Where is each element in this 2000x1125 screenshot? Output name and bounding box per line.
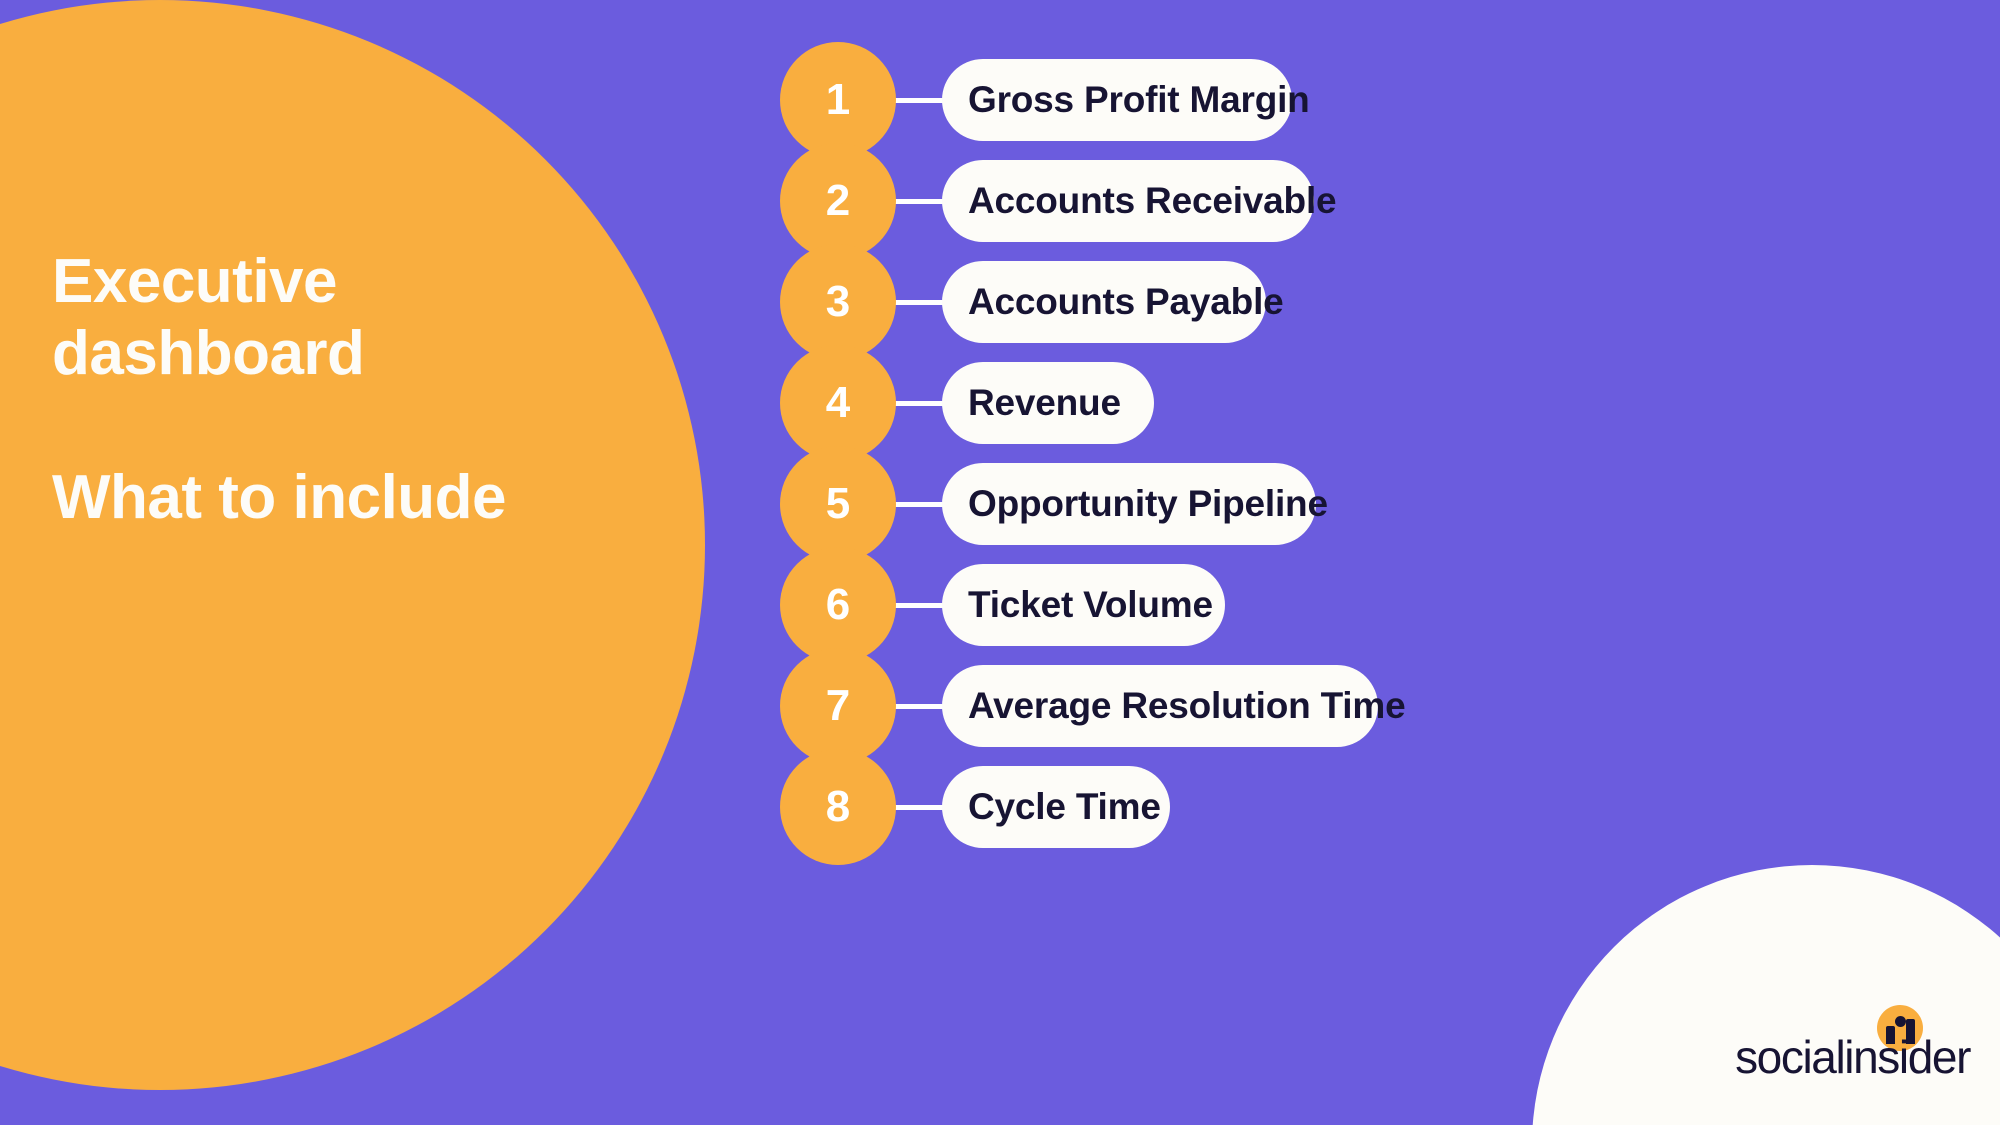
- timeline-step-number: 6: [780, 547, 896, 663]
- timeline-step-number: 5: [780, 446, 896, 562]
- timeline-step-number: 8: [780, 749, 896, 865]
- timeline-item-pill[interactable]: Average Resolution Time: [942, 665, 1406, 747]
- timeline-step-number: 3: [780, 244, 896, 360]
- timeline-item[interactable]: 8 Cycle Time: [780, 749, 1170, 865]
- timeline-item-pill[interactable]: Cycle Time: [942, 766, 1170, 848]
- slide-canvas: Executive dashboard What to include 1 Gro…: [0, 0, 2000, 1125]
- timeline-item[interactable]: 1 Gross Profit Margin: [780, 42, 1310, 158]
- timeline-item-label: Gross Profit Margin: [968, 79, 1310, 120]
- timeline-item-pill[interactable]: Accounts Payable: [942, 261, 1284, 343]
- timeline-step-number: 7: [780, 648, 896, 764]
- timeline-item-pill[interactable]: Ticket Volume: [942, 564, 1225, 646]
- timeline-item[interactable]: 6 Ticket Volume: [780, 547, 1225, 663]
- decorative-orange-circle: [0, 0, 705, 1090]
- timeline-step-number: 4: [780, 345, 896, 461]
- timeline-item[interactable]: 3 Accounts Payable: [780, 244, 1284, 360]
- timeline-item-label: Opportunity Pipeline: [968, 483, 1328, 524]
- timeline-item-pill[interactable]: Gross Profit Margin: [942, 59, 1310, 141]
- timeline-step-number: 2: [780, 143, 896, 259]
- timeline-item-label: Cycle Time: [968, 786, 1161, 827]
- timeline-item[interactable]: 4 Revenue: [780, 345, 1154, 461]
- brand-wordmark: socialinsider: [1735, 1031, 1971, 1083]
- timeline-item-pill[interactable]: Accounts Receivable: [942, 160, 1337, 242]
- badge-dot: [1895, 1016, 1907, 1027]
- timeline-item-pill[interactable]: Opportunity Pipeline: [942, 463, 1328, 545]
- page-title: Executive dashboard What to include: [52, 246, 572, 534]
- timeline-item-label: Average Resolution Time: [968, 685, 1406, 726]
- timeline-item-label: Accounts Payable: [968, 281, 1284, 322]
- timeline-item-label: Ticket Volume: [968, 584, 1213, 625]
- title-line-1: Executive dashboard: [52, 247, 365, 388]
- timeline-step-number: 1: [780, 42, 896, 158]
- timeline-item[interactable]: 7 Average Resolution Time: [780, 648, 1406, 764]
- timeline-item-label: Revenue: [968, 382, 1121, 423]
- timeline-item-label: Accounts Receivable: [968, 180, 1337, 221]
- timeline-item[interactable]: 5 Opportunity Pipeline: [780, 446, 1328, 562]
- timeline-item[interactable]: 2 Accounts Receivable: [780, 143, 1337, 259]
- socialinsider-logo: socialinsider: [1735, 1005, 1971, 1087]
- timeline-item-pill[interactable]: Revenue: [942, 362, 1154, 444]
- title-line-2: What to include: [52, 462, 507, 532]
